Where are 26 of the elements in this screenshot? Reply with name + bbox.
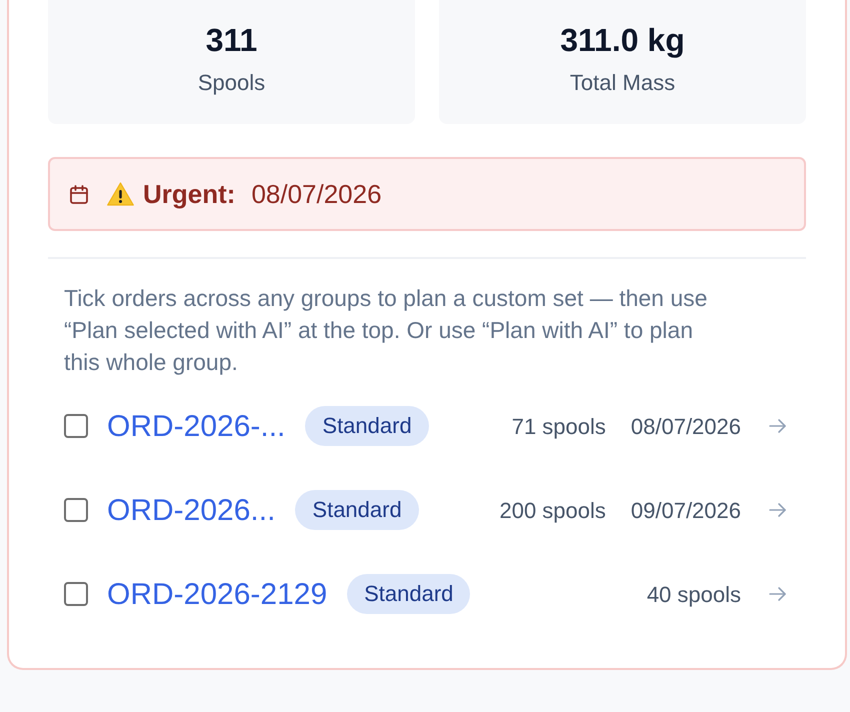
calendar-icon xyxy=(70,184,88,204)
urgent-label: Urgent: xyxy=(143,178,236,210)
due-date: 08/07/2026 xyxy=(630,412,741,440)
stat-label: Spools xyxy=(196,69,266,97)
order-checkbox[interactable] xyxy=(64,414,88,438)
stat-label: Total Mass xyxy=(568,69,676,97)
spool-count: 40 spools xyxy=(646,580,741,609)
order-checkbox[interactable] xyxy=(64,498,88,522)
order-checkbox[interactable] xyxy=(64,582,88,606)
arrow-right-icon xyxy=(768,502,787,518)
order-link[interactable]: ORD-2026-2129 xyxy=(107,572,328,616)
stat-value: 311.0 kg xyxy=(559,21,686,60)
stat-value: 311 xyxy=(204,21,258,60)
spool-count: 200 spools xyxy=(499,496,606,525)
warning-icon xyxy=(107,182,134,206)
priority-badge: Standard xyxy=(347,574,470,614)
spool-count: 71 spools xyxy=(512,412,606,441)
priority-badge: Standard xyxy=(305,406,429,446)
priority-badge: Standard xyxy=(295,490,419,530)
order-link[interactable]: ORD-2026... xyxy=(107,488,276,532)
order-link[interactable]: ORD-2026-... xyxy=(107,404,286,448)
urgent-date: 08/07/2026 xyxy=(251,178,382,210)
arrow-right-icon xyxy=(768,586,787,602)
due-date: 09/07/2026 xyxy=(630,496,741,524)
help-text: Tick orders across any groups to plan a custom set — then use “Plan selected with AI” at the top. Or use “Plan with AI” to plan this whole group. xyxy=(64,284,708,377)
arrow-right-icon xyxy=(768,418,787,434)
